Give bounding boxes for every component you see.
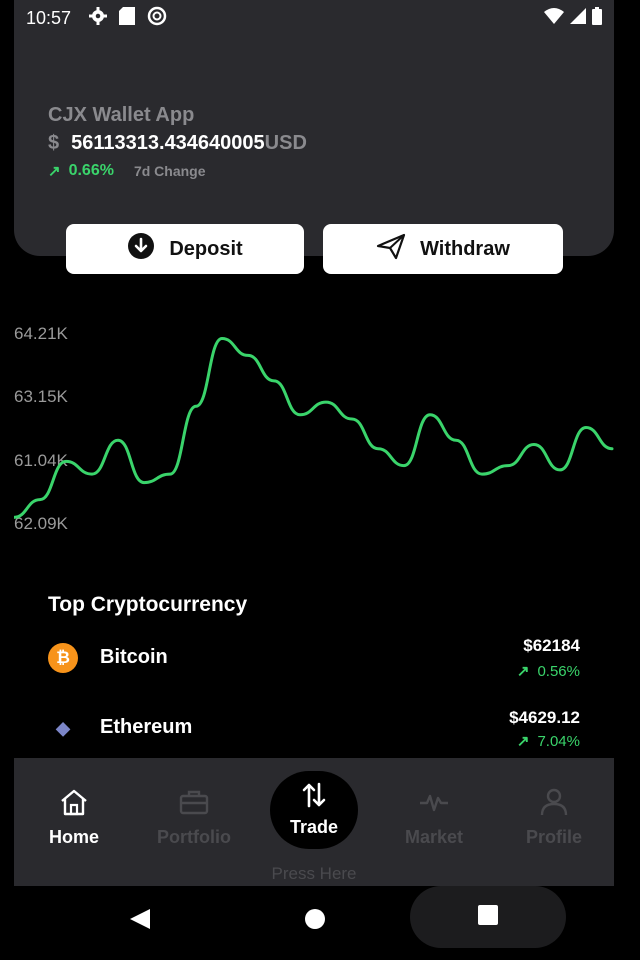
recents-icon bbox=[477, 904, 499, 931]
app-title: CJX Wallet App bbox=[48, 104, 195, 126]
y-tick-label: 64.21K bbox=[14, 324, 69, 343]
change-value: 0.66% bbox=[68, 162, 114, 179]
send-icon bbox=[376, 232, 406, 266]
status-bar: 10:57 bbox=[14, 0, 614, 36]
coin-price: $62184 bbox=[523, 636, 580, 655]
bottom-navigation: Home Portfolio Trade Market Profile Pres… bbox=[14, 758, 614, 886]
wallet-change: ↗ 0.66% 7d Change bbox=[48, 162, 206, 180]
press-here-hint: Press Here bbox=[271, 864, 357, 883]
device-frame-right bbox=[614, 0, 640, 960]
wallet-summary-card: CJX Wallet App $ 56113313.434640005 USD … bbox=[14, 36, 614, 256]
back-icon[interactable] bbox=[128, 908, 152, 935]
nav-label: Profile bbox=[525, 827, 582, 847]
nav-item-portfolio[interactable]: Portfolio bbox=[144, 788, 244, 848]
nav-label: Market bbox=[404, 827, 464, 847]
download-circle-icon bbox=[127, 232, 155, 266]
y-tick-label: 62.09K bbox=[14, 514, 69, 533]
balance-unit: USD bbox=[264, 132, 307, 154]
ethereum-icon: ◆ bbox=[56, 717, 70, 738]
y-tick-label: 61.04K bbox=[14, 451, 69, 470]
bitcoin-icon: ₿ bbox=[48, 643, 78, 673]
coin-name: Ethereum bbox=[100, 716, 193, 738]
price-series-line bbox=[14, 336, 614, 519]
withdraw-button[interactable]: Withdraw bbox=[323, 224, 563, 274]
change-label: 7d Change bbox=[133, 163, 206, 179]
nav-label: Trade bbox=[289, 817, 339, 837]
coin-change-value: 7.04% bbox=[537, 733, 580, 750]
trend-up-icon: ↗ bbox=[516, 663, 530, 680]
coin-change: ↗ 7.04% bbox=[517, 732, 580, 750]
wifi-icon bbox=[544, 7, 564, 29]
home-icon bbox=[59, 788, 89, 821]
trade-button[interactable]: Trade bbox=[270, 771, 358, 849]
deposit-label: Deposit bbox=[169, 237, 243, 260]
app-screen: 10:57 CJX Wallet App $ 56113313.43464000… bbox=[14, 0, 614, 890]
swap-arrows-icon bbox=[302, 782, 326, 813]
nav-label: Home bbox=[48, 827, 99, 847]
wallet-balance: $ 56113313.434640005 USD bbox=[48, 132, 307, 155]
withdraw-label: Withdraw bbox=[420, 237, 510, 260]
coin-price: $4629.12 bbox=[509, 708, 580, 727]
user-icon bbox=[539, 788, 569, 821]
system-navigation-bar bbox=[0, 886, 640, 960]
coin-row-bitcoin[interactable]: ₿ Bitcoin $62184 ↗ 0.56% bbox=[14, 630, 614, 690]
coin-row-ethereum[interactable]: ◆ Ethereum $4629.12 ↗ 7.04% bbox=[14, 700, 614, 760]
coin-change: ↗ 0.56% bbox=[517, 662, 580, 680]
status-icons-right bbox=[544, 6, 602, 30]
home-circle-icon[interactable] bbox=[304, 908, 326, 935]
currency-symbol: $ bbox=[48, 132, 60, 154]
gear-icon bbox=[89, 6, 108, 30]
nav-label: Portfolio bbox=[157, 827, 231, 847]
status-icons-left bbox=[89, 6, 167, 31]
sd-card-icon bbox=[119, 6, 136, 30]
coin-name: Bitcoin bbox=[100, 646, 168, 668]
briefcase-icon bbox=[179, 788, 209, 821]
trend-up-icon: ↗ bbox=[516, 733, 530, 750]
vpn-icon bbox=[147, 6, 167, 31]
price-line-chart: 64.21K 63.15K 61.04K 62.09K bbox=[14, 324, 614, 533]
battery-icon bbox=[592, 6, 602, 30]
balance-amount: 56113313.434640005 bbox=[71, 132, 265, 154]
section-title: Top Cryptocurrency bbox=[48, 593, 248, 616]
nav-item-home[interactable]: Home bbox=[24, 788, 124, 848]
status-time: 10:57 bbox=[26, 7, 72, 28]
pulse-icon bbox=[419, 788, 449, 821]
signal-icon bbox=[570, 7, 586, 29]
device-frame-left bbox=[0, 0, 14, 960]
trend-up-icon: ↗ bbox=[48, 163, 61, 180]
recents-button[interactable] bbox=[410, 886, 566, 948]
coin-change-value: 0.56% bbox=[537, 663, 580, 680]
nav-item-market[interactable]: Market bbox=[384, 788, 484, 848]
deposit-button[interactable]: Deposit bbox=[66, 224, 304, 274]
nav-item-profile[interactable]: Profile bbox=[504, 788, 604, 848]
y-tick-label: 63.15K bbox=[14, 387, 69, 406]
